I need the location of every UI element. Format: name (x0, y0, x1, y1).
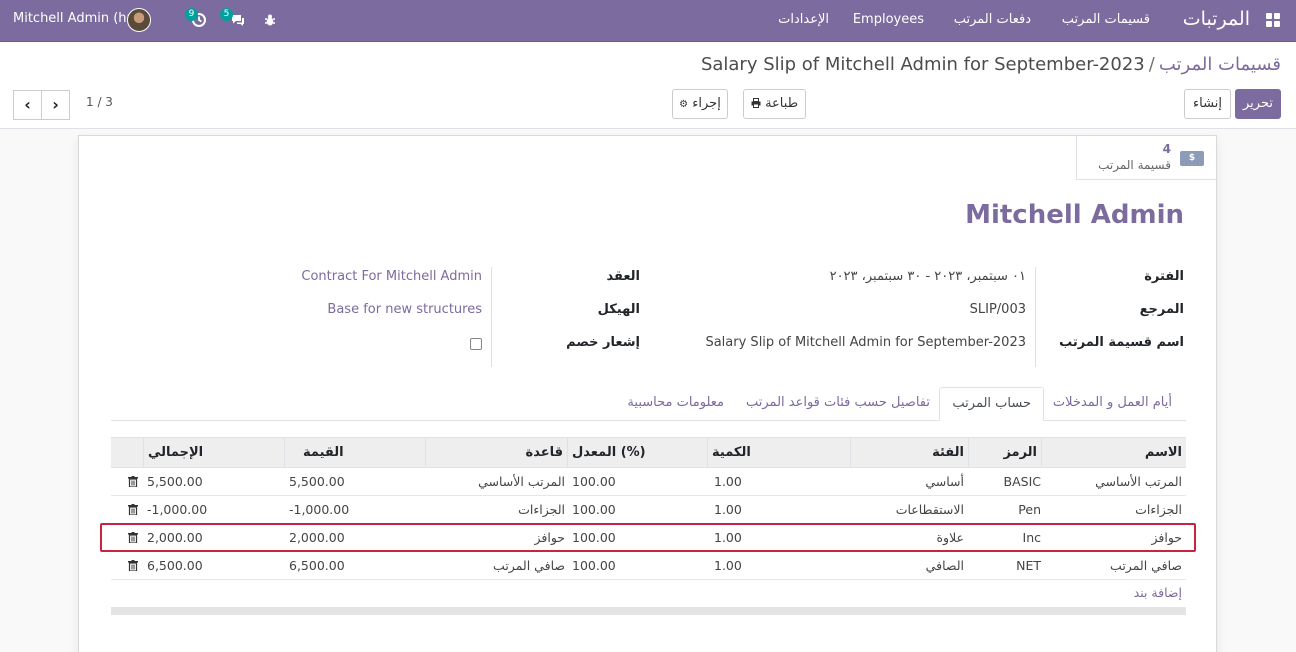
breadcrumb-parent-link[interactable]: قسيمات المرتب (1159, 54, 1281, 75)
slip-name-label: اسم قسيمة المرتب (1059, 335, 1184, 350)
debug-bug-icon[interactable] (262, 12, 278, 28)
field-divider-left (491, 267, 492, 367)
credit-note-checkbox[interactable] (470, 338, 482, 350)
cell-total: 6,500.00 (147, 558, 203, 573)
column-header-amount[interactable]: القيمة (284, 438, 425, 468)
stat-value: 4 (1162, 142, 1171, 156)
money-icon: $ (1180, 151, 1204, 166)
user-menu-name[interactable]: Mitchell Admin (hr) (13, 11, 137, 27)
menu-settings[interactable]: الإعدادات (778, 12, 829, 28)
structure-link[interactable]: Base for new structures (327, 302, 482, 318)
app-brand[interactable]: المرتبات (1183, 6, 1250, 32)
cell-rule: المرتب الأساسي (478, 474, 565, 489)
reference-label: المرجع (1139, 302, 1184, 317)
add-line-link[interactable]: إضافة بند (1134, 585, 1182, 601)
pager-value[interactable]: 1 / 3 (86, 95, 113, 109)
tab-accounting-info[interactable]: معلومات محاسبية (615, 387, 736, 421)
edit-button[interactable]: تحرير (1235, 89, 1281, 119)
contract-link[interactable]: Contract For Mitchell Admin (301, 269, 482, 285)
action-button-label: إجراء (692, 96, 721, 111)
tab-details-by-category[interactable]: تفاصيل حسب فئات قواعد المرتب (734, 387, 942, 421)
cell-category: الاستقطاعات (895, 502, 964, 517)
column-header-quantity[interactable]: الكمية (707, 438, 850, 468)
column-header-category[interactable]: الفئة (850, 438, 968, 468)
cell-code: NET (1016, 558, 1041, 573)
avatar[interactable] (127, 8, 151, 32)
cell-code: BASIC (1003, 474, 1041, 489)
column-header-code[interactable]: الرمز (968, 438, 1041, 468)
table-header-row: الاسم الرمز الفئة الكمية المعدل (%) قاعد… (111, 437, 1186, 468)
cell-rate: 100.00 (572, 558, 616, 573)
stat-label: قسيمة المرتب (1098, 158, 1171, 172)
trash-icon[interactable] (128, 560, 138, 571)
gear-icon: ⚙ (679, 99, 689, 110)
action-button[interactable]: ⚙ إجراء (672, 89, 728, 119)
cell-category: الصافي (925, 558, 964, 573)
payslip-stat-button[interactable]: $ 4 قسيمة المرتب (1076, 136, 1216, 180)
highlighted-row-outline (100, 523, 1196, 552)
cell-amount: 6,500.00 (289, 558, 345, 573)
table-row[interactable]: الجزاءات Pen الاستقطاعات 1.00 100.00 الج… (111, 496, 1186, 524)
period-label: الفترة (1144, 269, 1184, 284)
cell-quantity: 1.00 (714, 474, 742, 489)
cell-name: المرتب الأساسي (1095, 474, 1182, 489)
tab-salary-computation[interactable]: حساب المرتب (939, 387, 1044, 421)
cell-name: صافي المرتب (1110, 558, 1182, 573)
breadcrumb-current: Salary Slip of Mitchell Admin for Septem… (700, 54, 1145, 75)
tab-worked-days-inputs[interactable]: أيام العمل و المدخلات (1041, 387, 1184, 421)
cell-total: 5,500.00 (147, 474, 203, 489)
cell-total: -1,000.00 (147, 502, 208, 517)
cell-rule: الجزاءات (518, 502, 565, 517)
reference-value[interactable]: SLIP/003 (970, 302, 1026, 318)
period-value[interactable]: ٠١ سبتمبر، ٢٠٢٣ - ٣٠ سبتمبر، ٢٠٢٣ (830, 269, 1026, 285)
column-header-rate[interactable]: المعدل (%) (567, 438, 707, 468)
column-header-name[interactable]: الاسم (1041, 438, 1186, 468)
cell-category: أساسي (925, 474, 964, 489)
print-button[interactable]: طباعة (743, 89, 806, 119)
menu-payslips[interactable]: قسيمات المرتب (1062, 12, 1150, 28)
column-header-total[interactable]: الإجمالي (143, 438, 284, 468)
trash-icon[interactable] (128, 504, 138, 515)
activity-count-badge: 9 (185, 8, 198, 21)
menu-payslip-batches[interactable]: دفعات المرتب (954, 12, 1031, 28)
field-divider-right (1035, 267, 1036, 367)
breadcrumb: Salary Slip of Mitchell Admin for Septem… (701, 54, 1281, 76)
slip-name-value[interactable]: Salary Slip of Mitchell Admin for Septem… (705, 335, 1026, 351)
cell-amount: 5,500.00 (289, 474, 345, 489)
cell-name: الجزاءات (1135, 502, 1182, 517)
cell-amount: -1,000.00 (289, 502, 350, 517)
printer-icon (751, 98, 761, 108)
top-navbar: المرتبات قسيمات المرتب دفعات المرتب Empl… (0, 0, 1296, 42)
create-button[interactable]: إنشاء (1184, 89, 1231, 119)
structure-label: الهيكل (597, 302, 640, 317)
column-header-rule[interactable]: قاعدة (425, 438, 567, 468)
cell-quantity: 1.00 (714, 558, 742, 573)
cell-quantity: 1.00 (714, 502, 742, 517)
table-row[interactable]: صافي المرتب NET الصافي 1.00 100.00 صافي … (111, 552, 1186, 580)
credit-note-label: إشعار خصم (566, 335, 640, 350)
table-row[interactable]: المرتب الأساسي BASIC أساسي 1.00 100.00 ا… (111, 468, 1186, 496)
pager-next-button[interactable]: › (41, 90, 70, 120)
table-footer (111, 607, 1186, 615)
menu-employees[interactable]: Employees (853, 12, 924, 28)
apps-menu-icon[interactable] (1266, 13, 1280, 27)
trash-icon[interactable] (128, 476, 138, 487)
control-panel: Salary Slip of Mitchell Admin for Septem… (0, 43, 1296, 129)
cell-rule: صافي المرتب (493, 558, 565, 573)
pager-previous-button[interactable]: ‹ (13, 90, 42, 120)
breadcrumb-separator: / (1148, 54, 1155, 75)
contract-label: العقد (606, 269, 640, 284)
employee-title: Mitchell Admin (965, 200, 1184, 230)
cell-rate: 100.00 (572, 502, 616, 517)
cell-rate: 100.00 (572, 474, 616, 489)
form-sheet: $ 4 قسيمة المرتب Mitchell Admin الفترة ٠… (78, 135, 1217, 652)
print-button-label: طباعة (765, 96, 799, 111)
cell-code: Pen (1018, 502, 1041, 517)
messages-count-badge: 5 (220, 8, 233, 21)
